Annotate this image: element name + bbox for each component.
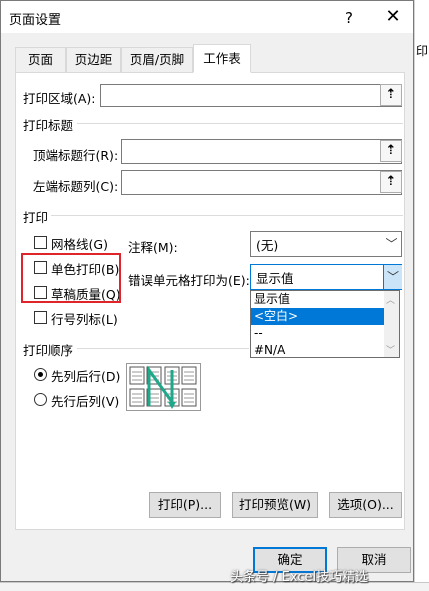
options-button[interactable]: 选项(O)... [329,492,402,518]
cols-to-repeat-input[interactable] [121,170,402,195]
comments-select-value: (无) [256,238,279,253]
gridlines-label[interactable]: 网格线(G) [51,234,108,253]
tab-header-footer[interactable]: 页眉/页脚 [121,47,193,72]
watermark-text: 头条号 / Excel技巧精选 [230,570,369,585]
page-order-divider [77,348,249,349]
row-col-headings-label[interactable]: 行号列标(L) [51,309,118,328]
print-section-divider [51,215,403,216]
print-area-label: 打印区域(A): [23,91,96,106]
chevron-down-icon: ﹀ [385,237,398,251]
down-then-over-label[interactable]: 先列后行(D) [51,366,120,385]
dropdown-option[interactable]: -- [251,325,384,342]
cell-errors-label: 错误单元格打印为(E): [128,273,250,288]
dropdown-option[interactable]: 显示值 [251,291,384,308]
page-order-diagram [126,363,201,411]
print-section-heading: 打印 [23,210,49,225]
scroll-down-icon[interactable]: ﹀ [386,343,395,356]
over-then-down-label[interactable]: 先行后列(V) [51,391,119,410]
rows-to-repeat-label: 顶端标题行(R): [33,148,119,163]
tab-page[interactable]: 页面 [15,47,66,72]
print-titles-heading: 打印标题 [23,118,74,133]
comments-label: 注释(M): [128,240,178,255]
tab-margins[interactable]: 页边距 [66,47,121,72]
cols-to-repeat-label: 左端标题列(C): [33,179,119,194]
print-preview-button[interactable]: 打印预览(W) [232,492,318,518]
print-titles-divider [77,123,403,124]
cell-errors-select-value: 显示值 [256,271,294,286]
rows-to-repeat-input[interactable] [121,139,402,164]
print-button[interactable]: 打印(P)... [149,492,221,518]
row-col-headings-checkbox[interactable] [34,311,47,324]
rows-collapse-button[interactable]: ⇡ [380,140,402,162]
spreadsheet-right-column [414,0,429,591]
over-then-down-radio[interactable] [34,393,47,406]
chevron-down-icon[interactable]: ﹀ [383,265,402,289]
cell-errors-dropdown[interactable]: 显示值 <空白> -- #N/A ︿ ﹀ [250,290,400,358]
dialog-titlebar[interactable]: 页面设置 ? ✕ [1,1,413,33]
down-then-over-radio[interactable] [34,368,47,381]
close-button[interactable]: ✕ [379,5,407,29]
scroll-up-icon[interactable]: ︿ [386,293,395,306]
print-area-collapse-button[interactable]: ⇡ [380,84,402,106]
dropdown-scrollbar[interactable]: ︿ ﹀ [384,291,399,357]
dialog-title: 页面设置 [9,13,62,28]
page-order-diagram-icon [129,365,197,409]
print-area-input[interactable] [100,84,402,107]
cols-collapse-button[interactable]: ⇡ [380,171,402,193]
gridlines-checkbox[interactable] [34,236,47,249]
comments-select[interactable]: (无) ﹀ [250,231,402,257]
page-setup-dialog: 页面设置 ? ✕ 页面 页边距 页眉/页脚 工作表 打印区域(A): ⇡ 打印标… [0,0,414,582]
page-order-heading: 打印顺序 [23,343,74,358]
spreadsheet-partial-text: 印 [416,44,429,58]
help-button[interactable]: ? [337,7,361,29]
highlight-box [21,253,121,303]
dropdown-option[interactable]: #N/A [251,342,384,359]
dropdown-option-selected[interactable]: <空白> [251,308,384,325]
cell-errors-select[interactable]: 显示值 ﹀ [250,264,402,290]
tab-sheet[interactable]: 工作表 [193,44,251,73]
